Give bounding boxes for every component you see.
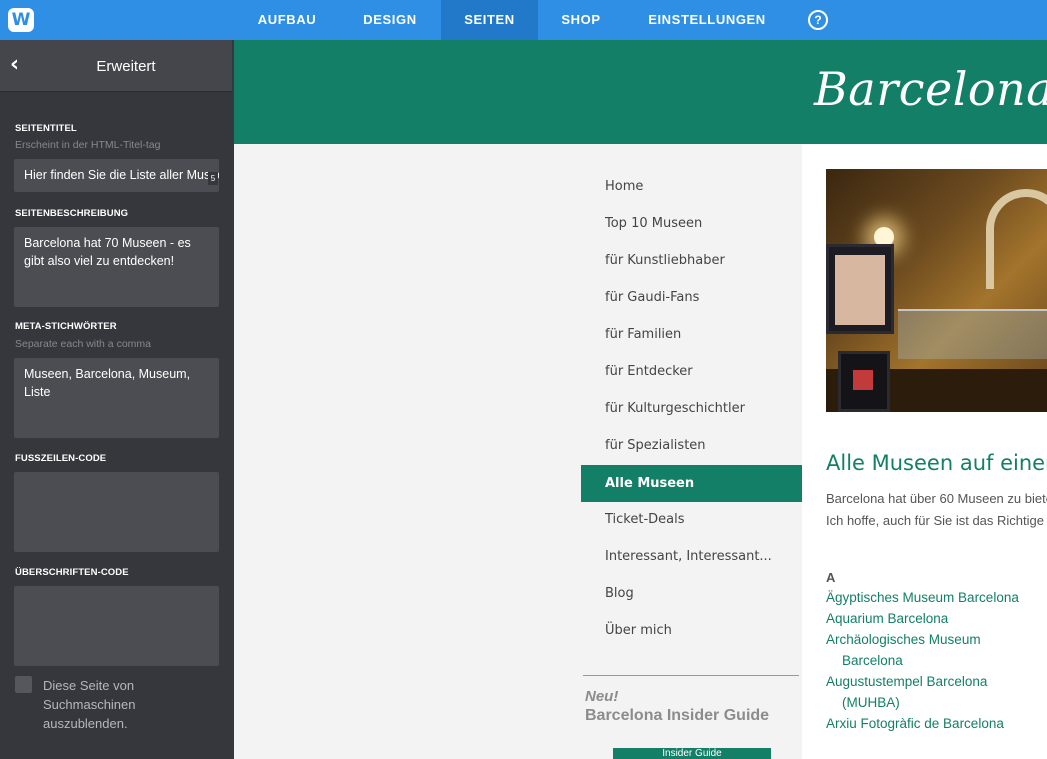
museum-link[interactable]: Aquarium Barcelona [826, 608, 948, 629]
footer-code-textarea[interactable] [14, 472, 219, 552]
topnav-seiten[interactable]: SEITEN [441, 0, 538, 40]
promo-button[interactable]: Insider Guide [613, 748, 771, 759]
site-nav-item[interactable]: Home [581, 168, 802, 205]
promo-new-label: Neu! [585, 688, 619, 705]
page-description-textarea[interactable]: Barcelona hat 70 Museen - es gibt also v… [14, 227, 219, 307]
site-nav-item[interactable]: für Entdecker [581, 353, 802, 390]
museum-photo [826, 169, 1047, 412]
sidebar-title: Erweitert [96, 58, 156, 75]
character-count-badge: 5 [208, 172, 218, 185]
site-title: Barcelona Museum [814, 62, 1047, 116]
site-nav-item[interactable]: Ticket-Deals [581, 501, 802, 538]
page-title-input[interactable]: Hier finden Sie die Liste aller Museen 5 [14, 159, 219, 192]
page-title-hint: Erscheint in der HTML-Titel-tag [15, 139, 161, 151]
nav-divider [583, 675, 799, 676]
site-nav-item[interactable]: für Kunstliebhaber [581, 242, 802, 279]
site-nav-item-active[interactable]: Alle Museen [581, 465, 802, 502]
museum-link[interactable]: Archäologisches Museum [826, 629, 981, 650]
content-heading: Alle Museen auf einen Blick [826, 451, 1047, 475]
site-nav-item[interactable]: Blog [581, 575, 802, 612]
meta-keywords-textarea[interactable]: Museen, Barcelona, Museum, Liste [14, 358, 219, 438]
site-header: Barcelona Museum [234, 40, 1047, 144]
page-content: Alle Museen auf einen Blick Barcelona ha… [802, 144, 1047, 759]
site-nav-item[interactable]: für Kulturgeschichtler [581, 390, 802, 427]
settings-sidebar: ‹ Erweitert SEITENTITEL Erscheint in der… [0, 40, 234, 759]
topnav-aufbau[interactable]: AUFBAU [243, 0, 331, 40]
museum-link[interactable]: Ägyptisches Museum Barcelona [826, 587, 1019, 608]
promo-title: Barcelona Insider Guide [585, 707, 770, 724]
page-description-label: SEITENBESCHREIBUNG [15, 208, 129, 219]
meta-keywords-label: META-STICHWÖRTER [15, 321, 117, 332]
photo-screen [826, 244, 894, 334]
meta-keywords-hint: Separate each with a comma [15, 338, 151, 350]
site-nav-item[interactable]: Über mich [581, 612, 802, 649]
site-nav-item[interactable]: für Familien [581, 316, 802, 353]
weebly-logo-icon[interactable]: W [8, 8, 34, 32]
sidebar-header: ‹ Erweitert [0, 40, 232, 92]
help-icon[interactable]: ? [808, 10, 828, 30]
photo-arch [986, 189, 1047, 289]
photo-display-case [898, 309, 1047, 359]
page-title-value: Hier finden Sie die Liste aller Museen [24, 168, 219, 182]
topnav-einstellungen[interactable]: EINSTELLUNGEN [637, 0, 777, 40]
intro-text: Barcelona hat über 60 Museen zu bieten. [826, 491, 1047, 506]
museum-link[interactable]: Arxiu Fotogràfic de Barcelona [826, 713, 1004, 734]
intro-text: Ich hoffe, auch für Sie ist das Richtige… [826, 513, 1047, 528]
hide-from-search-label: Diese Seite von Suchmaschinen auszublend… [43, 678, 136, 731]
alphabet-letter: A [826, 570, 836, 585]
photo-screen [838, 351, 890, 412]
footer-code-label: FUSSZEILEN-CODE [15, 453, 107, 464]
museum-link[interactable]: (MUHBA) [842, 692, 900, 713]
editor-topbar: W AUFBAU DESIGN SEITEN SHOP EINSTELLUNGE… [0, 0, 1047, 40]
topnav-shop[interactable]: SHOP [548, 0, 614, 40]
site-nav-item[interactable]: für Gaudi-Fans [581, 279, 802, 316]
museum-link[interactable]: Augustustempel Barcelona [826, 671, 987, 692]
hide-from-search-checkbox[interactable] [15, 676, 32, 693]
header-code-label: ÜBERSCHRIFTEN-CODE [15, 567, 129, 578]
page-title-label: SEITENTITEL [15, 123, 77, 134]
topnav-design[interactable]: DESIGN [349, 0, 431, 40]
site-nav-item[interactable]: Top 10 Museen [581, 205, 802, 242]
header-code-textarea[interactable] [14, 586, 219, 666]
site-nav-item[interactable]: für Spezialisten [581, 427, 802, 464]
site-nav-item[interactable]: Interessant, Interessant... [581, 538, 802, 575]
museum-link[interactable]: Barcelona [842, 650, 903, 671]
